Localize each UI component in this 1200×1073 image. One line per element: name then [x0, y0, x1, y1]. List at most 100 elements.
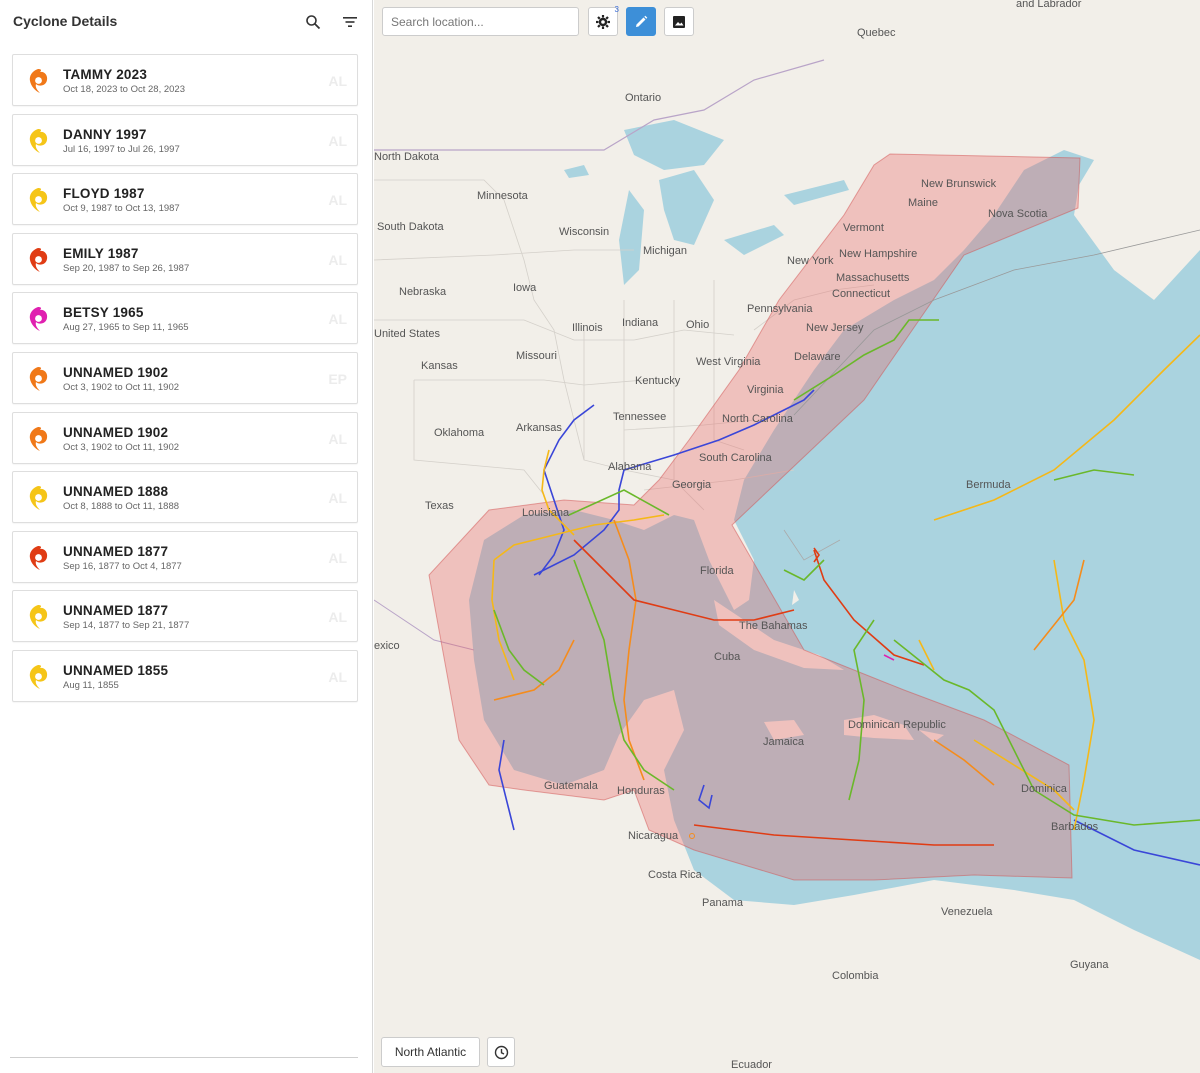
storm-card[interactable]: EMILY 1987 Sep 20, 1987 to Sep 26, 1987 AL: [12, 232, 358, 285]
storm-card[interactable]: UNNAMED 1902 Oct 3, 1902 to Oct 11, 1902 A…: [12, 411, 358, 464]
map-label-oklahoma: Oklahoma: [434, 427, 485, 439]
storm-card[interactable]: UNNAMED 1877 Sep 16, 1877 to Oct 4, 1877 A…: [12, 530, 358, 583]
storm-name: BETSY 1965: [63, 305, 144, 321]
map-label-united-states: United States: [374, 328, 441, 340]
storm-dates: Sep 14, 1877 to Sep 21, 1877: [63, 620, 190, 632]
map-label-dominica: Dominica: [1021, 783, 1067, 795]
map-label-quebec: Quebec: [857, 27, 896, 39]
storm-name: UNNAMED 1855: [63, 662, 169, 678]
settings-button[interactable]: 3: [588, 5, 619, 36]
basin-selector-button[interactable]: North Atlantic: [381, 1037, 480, 1067]
storm-card[interactable]: UNNAMED 1855 Aug 11, 1855 AL: [12, 649, 358, 702]
sidebar-title: Cyclone Details: [13, 13, 118, 29]
hurricane-icon: [29, 247, 48, 272]
map-label-venezuela: Venezuela: [941, 906, 993, 918]
map-label-west-virginia: West Virginia: [696, 356, 761, 368]
map-label-wisconsin: Wisconsin: [559, 226, 610, 238]
map-label-virginia: Virginia: [747, 384, 784, 396]
storm-basin: AL: [328, 668, 347, 685]
image-icon: [673, 15, 685, 28]
map-label-nicaragua: Nicaragua: [628, 830, 679, 842]
map-label-arkansas: Arkansas: [516, 422, 562, 434]
map-label-nova-scotia: Nova Scotia: [988, 208, 1048, 220]
storm-name: DANNY 1997: [63, 126, 147, 142]
map-view[interactable]: and Labrador Quebec Ontario North Dakota…: [374, 0, 1200, 1073]
map-label-michigan: Michigan: [643, 245, 688, 257]
storm-dates: Jul 16, 1997 to Jul 26, 1997: [63, 143, 180, 155]
map-label-the-bahamas: The Bahamas: [739, 620, 808, 632]
storm-dates: Sep 16, 1877 to Oct 4, 1877: [63, 560, 182, 572]
map-label-guatemala: Guatemala: [544, 780, 598, 792]
map-label-iowa: Iowa: [513, 282, 537, 294]
map-label-missouri: Missouri: [516, 350, 557, 362]
storm-dates: Aug 11, 1855: [63, 679, 119, 691]
storm-name: UNNAMED 1902: [63, 364, 169, 380]
hurricane-icon: [29, 128, 48, 153]
map-label-pennsylvania: Pennsylvania: [747, 303, 813, 315]
storm-dates: Oct 3, 1902 to Oct 11, 1902: [63, 441, 180, 453]
map-label-delaware: Delaware: [794, 351, 841, 363]
image-button[interactable]: [664, 7, 694, 36]
storm-basin: AL: [328, 73, 347, 89]
sidebar-header: Cyclone Details: [0, 0, 372, 44]
storm-card[interactable]: UNNAMED 1902 Oct 3, 1902 to Oct 11, 1902 E…: [12, 351, 358, 404]
map-label-connecticut: Connecticut: [832, 288, 891, 300]
storm-basin: AL: [328, 549, 347, 566]
location-search-input[interactable]: [382, 7, 579, 36]
storm-dates: Oct 18, 2023 to Oct 28, 2023: [63, 84, 185, 95]
storm-dates: Sep 20, 1987 to Sep 26, 1987: [63, 262, 190, 274]
storm-card[interactable]: BETSY 1965 Aug 27, 1965 to Sep 11, 1965 AL: [12, 292, 358, 345]
storm-card[interactable]: DANNY 1997 Jul 16, 1997 to Jul 26, 1997 AL: [12, 113, 358, 166]
map-label-new-hampshire: New Hampshire: [839, 248, 918, 260]
map-label-ontario: Ontario: [625, 92, 662, 104]
clock-icon: [494, 1045, 508, 1059]
map-label-illinois: Illinois: [572, 322, 603, 334]
gear-icon: [596, 14, 610, 29]
map-label-north-dakota: North Dakota: [374, 151, 439, 163]
hurricane-icon: [29, 664, 48, 689]
map-label-cuba: Cuba: [714, 651, 741, 663]
filter-icon: [343, 17, 357, 27]
filter-button[interactable]: [339, 11, 361, 33]
storm-card[interactable]: FLOYD 1987 Oct 9, 1987 to Oct 13, 1987 AL: [12, 173, 358, 226]
map-label-labrador: and Labrador: [1016, 0, 1082, 10]
storm-card[interactable]: UNNAMED 1877 Sep 14, 1877 to Sep 21, 1877…: [12, 590, 358, 643]
hurricane-icon: [29, 366, 48, 391]
storm-dates: Oct 9, 1987 to Oct 13, 1987: [63, 203, 180, 215]
hurricane-icon: [29, 426, 48, 451]
map-label-maine: Maine: [908, 197, 938, 209]
map-label-louisiana: Louisiana: [522, 507, 570, 519]
storm-card[interactable]: TAMMY 2023 Oct 18, 2023 to Oct 28, 2023 AL: [12, 54, 358, 106]
map-label-south-dakota: South Dakota: [377, 221, 444, 233]
storm-name: EMILY 1987: [63, 245, 139, 261]
hurricane-icon: [29, 605, 48, 630]
map-label-south-carolina: South Carolina: [699, 452, 772, 464]
map-label-kansas: Kansas: [421, 360, 458, 372]
storm-basin: AL: [328, 609, 347, 626]
map-label-guyana: Guyana: [1070, 959, 1109, 971]
map-label-dominican-republic: Dominican Republic: [848, 719, 946, 731]
search-button[interactable]: [302, 11, 324, 33]
map-label-nebraska: Nebraska: [399, 286, 447, 298]
map-label-kentucky: Kentucky: [635, 375, 681, 387]
map-label-minnesota: Minnesota: [477, 190, 528, 202]
storm-name: TAMMY 2023: [63, 67, 148, 82]
storm-name: UNNAMED 1888: [63, 484, 169, 500]
map-label-panama: Panama: [702, 897, 743, 909]
storm-dates: Aug 27, 1965 to Sep 11, 1965: [63, 322, 189, 334]
storm-name: UNNAMED 1902: [63, 424, 169, 440]
map-label-alabama: Alabama: [608, 461, 652, 473]
search-icon: [306, 15, 321, 30]
hurricane-icon: [29, 307, 48, 332]
storm-card[interactable]: UNNAMED 1888 Oct 8, 1888 to Oct 11, 1888 A…: [12, 471, 358, 524]
map-label-jamaica: Jamaica: [763, 736, 804, 748]
map-canvas[interactable]: [374, 0, 1200, 1073]
map-label-georgia: Georgia: [672, 479, 712, 491]
map-label-north-carolina: North Carolina: [722, 413, 793, 425]
map-label-mexico: exico: [374, 640, 400, 652]
hurricane-icon: [29, 188, 48, 213]
storm-basin: AL: [328, 490, 347, 507]
draw-button[interactable]: [626, 7, 656, 36]
storm-basin: AL: [328, 430, 347, 447]
history-button[interactable]: [487, 1037, 515, 1067]
